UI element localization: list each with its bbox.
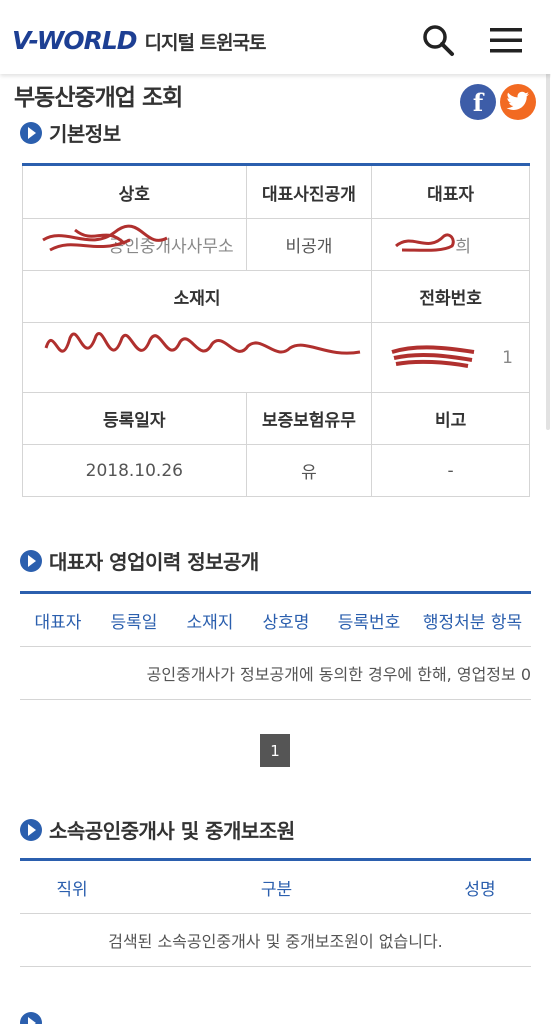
value-remarks: - — [371, 444, 530, 497]
play-bullet-icon — [20, 121, 42, 144]
section-title-text: 소속공인중개사 및 중개보조원 — [49, 819, 295, 843]
header-photo-public: 대표사진공개 — [245, 164, 373, 219]
column-header-business-name[interactable]: 상호명 — [248, 592, 324, 647]
play-bullet-icon — [20, 549, 42, 572]
column-header-reg-date[interactable]: 등록일 — [96, 592, 172, 647]
basic-info-table: 상호 대표사진공개 대표자 공인중개사사무소 비공개 희 소재지 전화번호 1 … — [21, 163, 530, 497]
page-title: 부동산중개업 조회 — [14, 85, 183, 111]
value-phone: 1 — [371, 322, 530, 393]
facebook-icon: f — [472, 87, 484, 117]
value-registration-date: 2018.10.26 — [22, 444, 247, 497]
logo-mark: V-WORLD — [12, 26, 138, 55]
value-representative: 희 — [371, 218, 530, 271]
next-section-bullet-icon — [20, 1012, 42, 1024]
facebook-share-button[interactable]: f — [460, 84, 496, 120]
column-header-location[interactable]: 소재지 — [172, 592, 248, 647]
header-insurance: 보증보험유무 — [245, 392, 373, 445]
pagination-page-1[interactable]: 1 — [260, 734, 290, 767]
history-empty-message: 공인중개사가 정보공개에 동의한 경우에 한해, 영업정보 0 — [20, 646, 531, 700]
column-header-representative[interactable]: 대표자 — [20, 592, 96, 647]
column-header-category[interactable]: 구분 — [124, 859, 429, 914]
header-business-name: 상호 — [22, 164, 247, 219]
section-title-text: 대표자 영업이력 정보공개 — [49, 550, 259, 574]
column-header-admin-action[interactable]: 행정처분 항목 — [414, 592, 531, 647]
vworld-logo[interactable]: V-WORLD 디지털 트윈국토 — [12, 26, 267, 55]
column-header-name[interactable]: 성명 — [429, 859, 531, 914]
logo-subtitle: 디지털 트윈국토 — [144, 32, 267, 54]
hamburger-menu-icon[interactable] — [488, 22, 524, 58]
header-phone: 전화번호 — [371, 270, 530, 323]
value-insurance: 유 — [245, 444, 373, 497]
section-title-text: 기본정보 — [49, 122, 121, 146]
scrollbar[interactable] — [546, 40, 550, 430]
section-title-history: 대표자 영업이력 정보공개 — [20, 546, 259, 575]
value-photo-public: 비공개 — [245, 218, 373, 271]
staff-table: 직위 구분 성명 검색된 소속공인중개사 및 중개보조원이 없습니다. — [20, 858, 531, 967]
value-address — [21, 322, 373, 393]
section-title-basic-info: 기본정보 — [20, 118, 121, 147]
header-registration-date: 등록일자 — [22, 392, 247, 445]
top-header: V-WORLD 디지털 트윈국토 — [0, 0, 551, 74]
value-business-name: 공인중개사사무소 — [22, 218, 247, 271]
staff-empty-message: 검색된 소속공인중개사 및 중개보조원이 없습니다. — [20, 913, 531, 967]
section-title-staff: 소속공인중개사 및 중개보조원 — [20, 815, 295, 844]
column-header-reg-number[interactable]: 등록번호 — [324, 592, 414, 647]
play-bullet-icon — [20, 818, 42, 841]
column-header-position[interactable]: 직위 — [20, 859, 124, 914]
header-remarks: 비고 — [371, 392, 530, 445]
search-icon[interactable] — [420, 22, 456, 58]
header-representative: 대표자 — [371, 164, 530, 219]
twitter-share-button[interactable] — [500, 84, 536, 120]
header-address: 소재지 — [21, 270, 373, 323]
twitter-bird-icon — [506, 91, 529, 110]
history-table: 대표자 등록일 소재지 상호명 등록번호 행정처분 항목 공인중개사가 정보공개… — [20, 591, 531, 700]
